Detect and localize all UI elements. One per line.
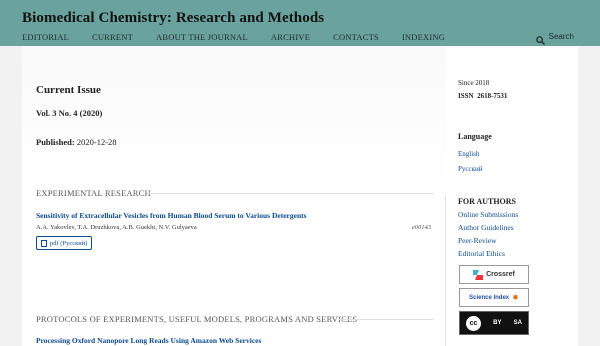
section-heading: PROTOCOLS OF EXPERIMENTS, USEFUL MODELS,…	[36, 314, 358, 324]
issn: ISSN 2618-7531	[458, 92, 507, 100]
main-nav: EDITORIAL CURRENT ABOUT THE JOURNAL ARCH…	[22, 32, 468, 42]
issn-value: 2618-7531	[477, 92, 508, 100]
issue-summary	[22, 46, 446, 196]
section-divider	[148, 193, 434, 194]
science-index-badge[interactable]: Science Index ✸	[459, 288, 529, 307]
article-title[interactable]: Sensitivity of Extracellular Vesicles fr…	[36, 211, 307, 220]
main-column: Current Issue Vol. 3 No. 4 (2020) Publis…	[22, 46, 446, 346]
article-pages: e00143	[411, 224, 431, 231]
search-label: Search	[548, 32, 574, 41]
article-title[interactable]: Processing Oxford Nanopore Long Reads Us…	[36, 336, 261, 345]
crossref-label: Crossref	[486, 271, 515, 278]
link-editorial-ethics[interactable]: Editorial Ethics	[458, 249, 505, 258]
search-button[interactable]: Search	[535, 32, 574, 45]
cc-icon: cc	[466, 315, 482, 331]
pdf-label: pdf (Русский)	[50, 239, 88, 247]
language-russian[interactable]: Русский	[458, 165, 483, 173]
article-authors: A.A. Yakovlev, T.A. Druzhkova, A.B. Guek…	[36, 224, 197, 231]
link-online-submissions[interactable]: Online Submissions	[458, 210, 518, 219]
language-english[interactable]: English	[458, 150, 479, 158]
cc-by: BY	[493, 320, 502, 326]
for-authors-heading: FOR AUTHORS	[458, 197, 517, 206]
sidebar: Since 2018 ISSN 2618-7531 Language Engli…	[458, 46, 578, 346]
language-heading: Language	[458, 132, 492, 141]
search-icon	[535, 32, 545, 45]
nav-about[interactable]: ABOUT THE JOURNAL	[156, 32, 248, 42]
cc-license-badge[interactable]: cc BY SA	[459, 311, 529, 335]
nav-editorial[interactable]: EDITORIAL	[22, 32, 69, 42]
nav-contacts[interactable]: CONTACTS	[333, 32, 379, 42]
page-content: Current Issue Vol. 3 No. 4 (2020) Publis…	[22, 46, 578, 346]
site-header: Biomedical Chemistry: Research and Metho…	[0, 0, 600, 46]
published-label: Published:	[36, 137, 75, 147]
section-divider	[338, 319, 434, 320]
section-heading: EXPERIMENTAL RESEARCH	[36, 188, 151, 198]
issue-volume: Vol. 3 No. 4 (2020)	[36, 108, 103, 118]
pdf-button[interactable]: pdf (Русский)	[36, 236, 93, 250]
nav-indexing[interactable]: INDEXING	[402, 32, 445, 42]
issn-label: ISSN	[458, 92, 474, 100]
published-info: Published: 2020-12-28	[36, 137, 117, 147]
link-author-guidelines[interactable]: Author Guidelines	[458, 223, 514, 232]
star-icon: ✸	[512, 293, 519, 302]
link-peer-review[interactable]: Peer-Review	[458, 236, 497, 245]
current-issue-heading: Current Issue	[36, 84, 101, 96]
nav-archive[interactable]: ARCHIVE	[271, 32, 310, 42]
since-text: Since 2018	[458, 79, 490, 87]
cc-sa: SA	[513, 320, 522, 326]
published-date: 2020-12-28	[76, 137, 117, 147]
crossref-badge[interactable]: Crossref	[459, 265, 529, 284]
crossref-icon	[473, 269, 484, 280]
site-title[interactable]: Biomedical Chemistry: Research and Metho…	[22, 10, 324, 27]
file-icon	[41, 239, 47, 247]
nav-current[interactable]: CURRENT	[92, 32, 133, 42]
science-index-label: Science Index	[469, 294, 510, 301]
